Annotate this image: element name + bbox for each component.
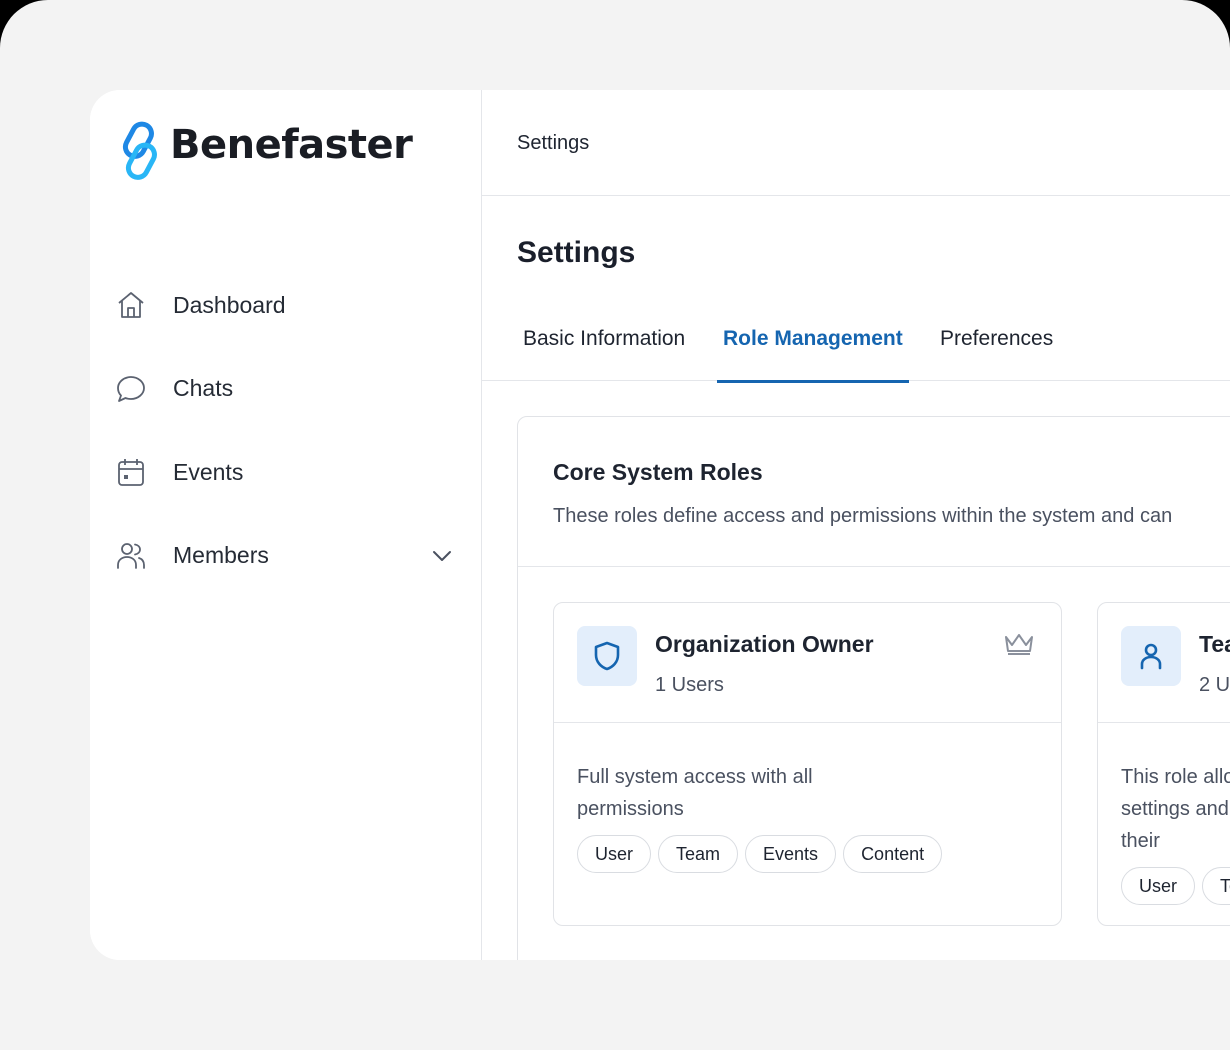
sidebar-item-chats[interactable]: Chats (114, 364, 454, 414)
permission-tag[interactable]: User (577, 835, 652, 873)
section-description: These roles define access and permission… (553, 505, 1173, 527)
sidebar-item-label: Members (173, 542, 269, 568)
breadcrumb: Settings (517, 132, 590, 154)
brand-name: Benefaster (170, 122, 413, 168)
chevron-down-icon[interactable] (430, 544, 454, 568)
top-bar: Settings (482, 90, 1230, 196)
app-window: Benefaster Dashboard Chats Events Member… (90, 90, 1230, 960)
role-description: This role allows settings and edit only … (1121, 766, 1230, 852)
role-name: Team (1199, 631, 1230, 657)
role-name: Organization Owner (655, 631, 874, 657)
permission-tag[interactable]: Team (658, 835, 739, 873)
shield-icon (577, 626, 637, 686)
sidebar-item-label: Chats (173, 375, 234, 401)
section-header: Core System Roles These roles define acc… (518, 417, 1230, 567)
section-title: Core System Roles (553, 459, 763, 485)
brand-logo[interactable]: Benefaster (120, 120, 413, 182)
tab-preferences[interactable]: Preferences (934, 312, 1059, 381)
sidebar-item-events[interactable]: Events (114, 447, 454, 497)
page-title: Settings (517, 236, 636, 269)
role-user-count: 2 Users (1199, 674, 1230, 696)
tab-basic-information[interactable]: Basic Information (517, 312, 691, 381)
sidebar-item-label: Dashboard (173, 291, 286, 318)
role-card-header: Team 2 Users (1098, 603, 1230, 723)
permission-tags: User Team (1121, 867, 1230, 905)
role-card-team[interactable]: Team 2 Users This role allows settings a… (1097, 602, 1230, 926)
main-content: Settings Settings Basic Information Role… (482, 90, 1230, 960)
role-card-header: Organization Owner 1 Users (554, 603, 1061, 723)
permission-tag[interactable]: Content (843, 835, 943, 873)
role-user-count: 1 Users (655, 674, 724, 696)
role-description: Full system access with all permissions (577, 766, 813, 820)
sidebar: Benefaster Dashboard Chats Events Member… (90, 90, 482, 960)
permission-tag[interactable]: Team (1202, 867, 1230, 905)
sidebar-nav: Dashboard Chats Events Members (114, 280, 454, 614)
chain-link-logo-icon (122, 121, 157, 180)
sidebar-item-label: Events (173, 458, 244, 485)
crown-icon (1005, 634, 1033, 655)
settings-tabs: Basic Information Role Management Prefer… (482, 312, 1230, 383)
user-icon (1121, 626, 1181, 686)
home-icon (114, 288, 148, 322)
permission-tags: User Team Events Content (577, 835, 943, 873)
chat-bubble-icon (114, 372, 148, 406)
core-system-roles-panel: Core System Roles These roles define acc… (517, 416, 1230, 960)
sidebar-item-members[interactable]: Members (114, 531, 454, 581)
device-frame: Benefaster Dashboard Chats Events Member… (0, 0, 1230, 1050)
permission-tag[interactable]: User (1121, 867, 1196, 905)
role-card-organization-owner[interactable]: Organization Owner 1 Users Full system a… (553, 602, 1062, 926)
permission-tag[interactable]: Events (745, 835, 837, 873)
sidebar-item-dashboard[interactable]: Dashboard (114, 280, 454, 330)
users-icon (114, 539, 148, 573)
tab-role-management[interactable]: Role Management (717, 312, 909, 383)
calendar-icon (114, 455, 148, 489)
